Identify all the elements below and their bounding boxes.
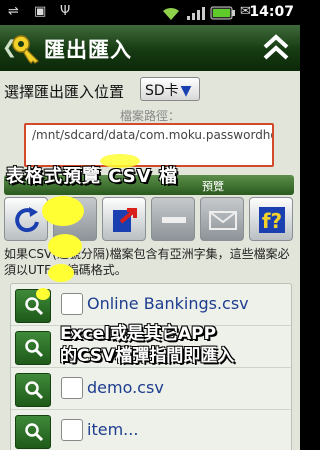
annotation-import: Excel或是其它APP 的CSV檔彈指間即匯入	[60, 323, 234, 367]
minus-icon	[162, 217, 186, 223]
help-icon: f?	[259, 207, 285, 233]
location-label: 選擇匯出匯入位置	[4, 83, 125, 101]
android-icon: ▣	[34, 4, 47, 19]
status-bar: ⇌ ▣ Ψ ✉ 14:07	[0, 0, 300, 25]
wifi-icon	[163, 7, 179, 21]
refresh-button[interactable]	[4, 197, 48, 241]
mail-button[interactable]	[200, 197, 244, 241]
path-input[interactable]: /mnt/sdcard/data/com.moku.passwordhome/i…	[24, 123, 274, 167]
annotation-csv-preview: 表格式預覽 CSV 檔	[6, 166, 178, 187]
preview-button[interactable]	[15, 415, 51, 449]
file-name: demo.csv	[87, 378, 164, 397]
annotation-line-1: Excel或是其它APP	[60, 324, 217, 344]
annotation-bubble	[42, 196, 84, 226]
page-title: 匯出匯入	[44, 38, 132, 62]
magnifier-icon	[25, 423, 44, 442]
collapse-up-icon[interactable]	[262, 34, 290, 62]
file-name: item...	[87, 420, 139, 439]
list-item[interactable]: item...	[11, 410, 291, 450]
file-checkbox[interactable]	[61, 293, 83, 315]
usb-debug-icon: Ψ	[60, 4, 71, 19]
usb-icon: ⇌	[8, 4, 19, 19]
file-checkbox[interactable]	[61, 377, 83, 399]
list-item[interactable]: Online Bankings.csv	[11, 284, 291, 326]
export-button[interactable]	[102, 197, 146, 241]
remove-button[interactable]	[151, 197, 195, 241]
title-bar: ❮ 匯出匯入	[0, 25, 300, 71]
content-area: 選擇匯出匯入位置 SD卡 ▼ 檔案路徑： /mnt/sdcard/data/com…	[0, 71, 300, 450]
help-button[interactable]: f?	[249, 197, 293, 241]
signal-icon	[187, 7, 205, 20]
list-item[interactable]: demo.csv	[11, 368, 291, 410]
annotation-line-2: 的CSV檔彈指間即匯入	[60, 346, 235, 366]
refresh-icon	[15, 207, 39, 233]
preview-button[interactable]	[15, 373, 51, 407]
battery-icon	[210, 6, 235, 20]
export-icon	[113, 208, 137, 232]
mail-icon	[209, 211, 237, 230]
key-icon	[12, 35, 39, 64]
path-label: 檔案路徑：	[119, 109, 180, 123]
location-selected-value: SD卡	[145, 83, 179, 99]
preview-button[interactable]	[15, 331, 51, 365]
file-name: Online Bankings.csv	[87, 294, 249, 313]
svg-text:f?: f?	[262, 209, 282, 233]
dropdown-arrow-icon: ▼	[180, 83, 192, 99]
preview-header-label: 預覽	[202, 180, 224, 193]
location-select[interactable]: SD卡 ▼	[140, 77, 200, 101]
clock: 14:07	[249, 4, 294, 20]
annotation-bubble	[48, 264, 74, 282]
magnifier-icon	[25, 381, 44, 400]
annotation-bubble	[36, 288, 50, 300]
file-checkbox[interactable]	[61, 419, 83, 441]
annotation-bubble	[48, 234, 82, 258]
magnifier-icon	[25, 339, 44, 358]
